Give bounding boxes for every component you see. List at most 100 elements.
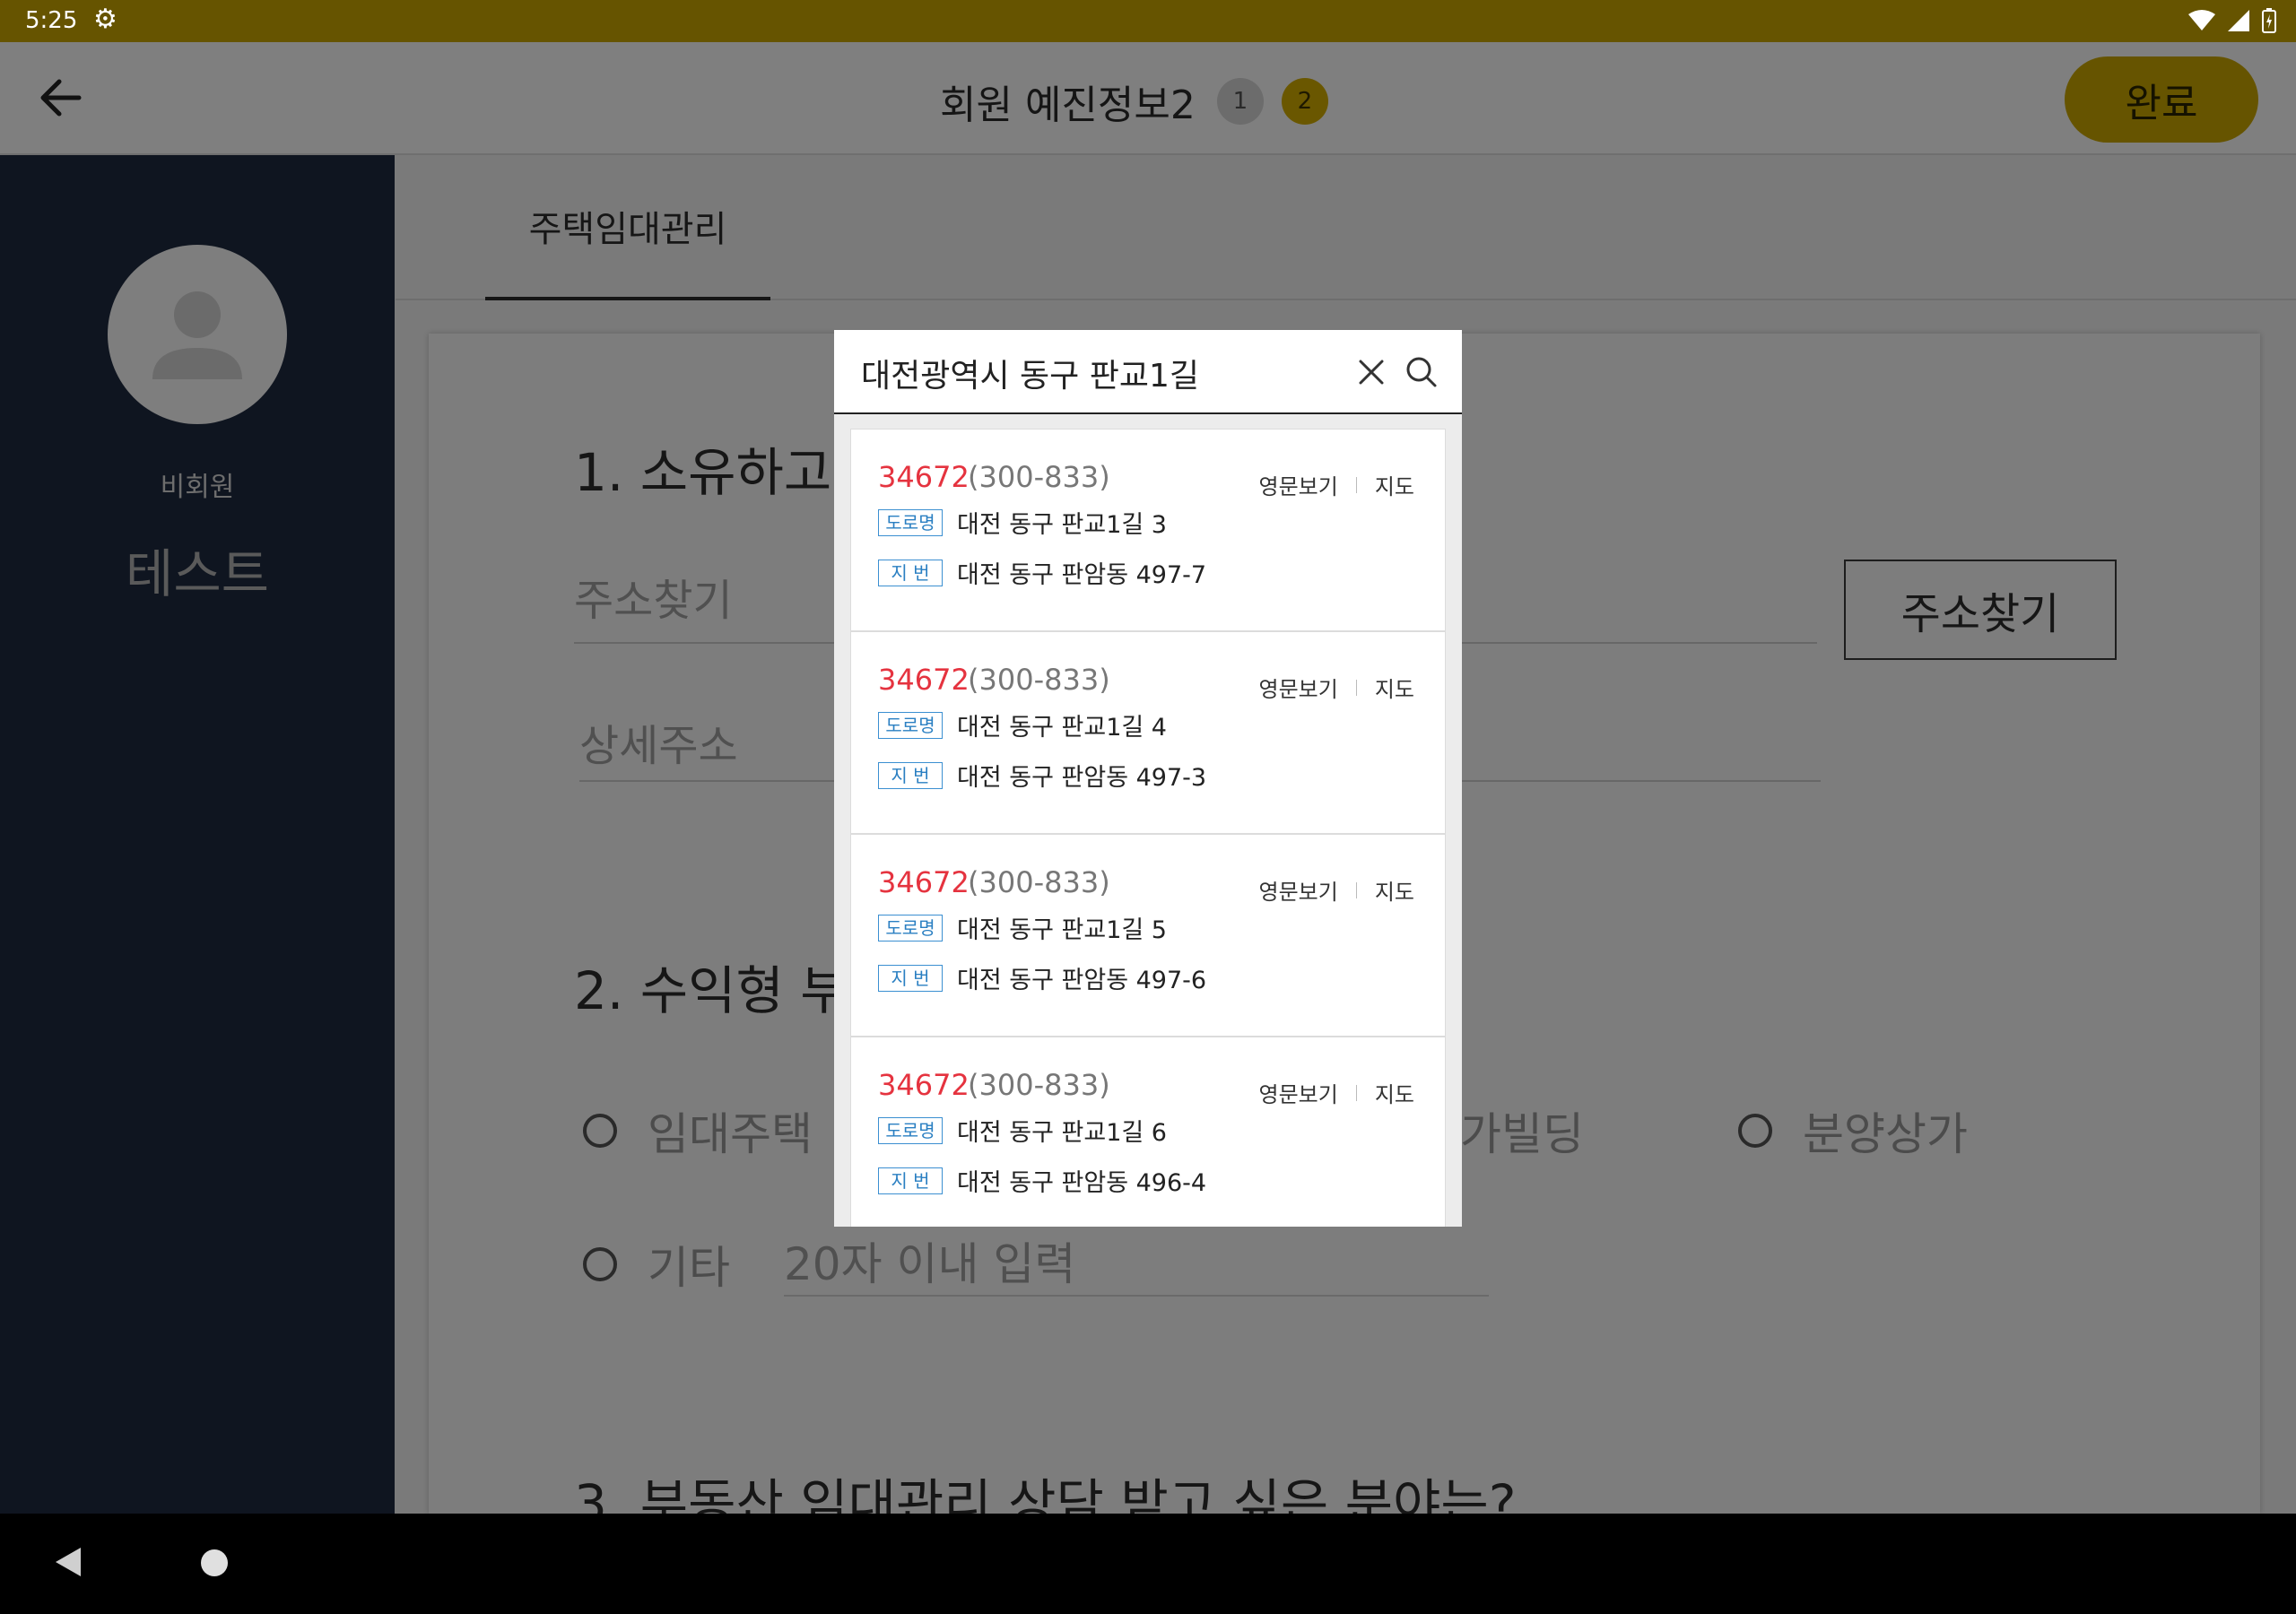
old-zip-code: (300-833)	[968, 460, 1110, 494]
step-2-badge[interactable]: 2	[1281, 78, 1328, 125]
divider	[1355, 881, 1357, 898]
lot-address: 지 번 대전 동구 판암동 497-6	[878, 960, 1206, 995]
radio-etc[interactable]: 기타	[583, 1232, 730, 1297]
modal-search-bar: 대전광역시 동구 판교1길	[834, 330, 1462, 414]
lot-address: 지 번 대전 동구 판암동 497-7	[878, 555, 1206, 590]
address-search-modal: 대전광역시 동구 판교1길 34672 (300-833) 영문보기 지도 도로…	[834, 330, 1462, 1227]
sidebar: 비회원 테스트	[0, 155, 395, 1514]
zip-code: 34672	[878, 663, 970, 697]
road-address: 도로명 대전 동구 판교1길 6	[878, 1113, 1167, 1148]
tab-bar: 주택임대관리	[396, 155, 2296, 300]
divider	[1355, 679, 1357, 696]
road-tag: 도로명	[878, 711, 943, 739]
avatar	[108, 245, 287, 424]
done-button[interactable]: 완료	[2065, 56, 2258, 143]
radio-label: 기타	[648, 1242, 730, 1294]
radio-sale-shop[interactable]: 분양상가	[1738, 1098, 1968, 1163]
status-bar: 5:25 ⚙	[0, 0, 2296, 42]
lot-address-text: 대전 동구 판암동 497-7	[957, 561, 1207, 589]
radio-label: 분양상가	[1803, 1108, 1968, 1160]
lot-tag: 지 번	[878, 761, 943, 789]
etc-input-placeholder: 20자 이내 입력	[784, 1238, 1076, 1290]
results-list: 34672 (300-833) 영문보기 지도 도로명 대전 동구 판교1길 3…	[850, 429, 1446, 1227]
result-item[interactable]: 34672 (300-833) 영문보기 지도 도로명 대전 동구 판교1길 3…	[850, 429, 1446, 631]
lot-address-text: 대전 동구 판암동 497-3	[957, 764, 1207, 792]
english-view-link[interactable]: 영문보기	[1259, 672, 1338, 703]
nav-back-icon[interactable]	[56, 1548, 81, 1576]
road-address: 도로명 대전 동구 판교1길 3	[878, 505, 1167, 540]
map-link[interactable]: 지도	[1375, 874, 1414, 906]
back-arrow-icon[interactable]	[32, 69, 90, 126]
map-link[interactable]: 지도	[1375, 1077, 1414, 1108]
lot-tag: 지 번	[878, 964, 943, 992]
result-item[interactable]: 34672 (300-833) 영문보기 지도 도로명 대전 동구 판교1길 4…	[850, 631, 1446, 834]
map-link[interactable]: 지도	[1375, 672, 1414, 703]
system-icons	[2188, 8, 2276, 33]
person-icon	[152, 291, 242, 379]
question-2: 2. 수익형 부	[574, 960, 848, 1021]
english-view-link[interactable]: 영문보기	[1259, 469, 1338, 500]
result-item[interactable]: 34672 (300-833) 영문보기 지도 도로명 대전 동구 판교1길 5…	[850, 834, 1446, 1037]
address-input-placeholder: 주소찾기	[574, 576, 733, 626]
radio-building[interactable]: 가빌딩	[1460, 1098, 1584, 1163]
zip-code: 34672	[878, 865, 970, 899]
etc-input[interactable]: 20자 이내 입력	[784, 1228, 1489, 1297]
page-title: 회원 예진정보2	[940, 82, 1196, 128]
nav-home-icon[interactable]	[201, 1549, 228, 1576]
road-address-text: 대전 동구 판교1길 3	[957, 511, 1167, 539]
road-address: 도로명 대전 동구 판교1길 5	[878, 910, 1167, 945]
radio-label: 가빌딩	[1460, 1108, 1584, 1160]
question-1: 1. 소유하고	[574, 442, 832, 503]
step-1-badge[interactable]: 1	[1216, 78, 1264, 125]
tab-rental-management[interactable]: 주택임대관리	[485, 155, 770, 300]
radio-circle	[583, 1114, 617, 1148]
clock: 5:25	[25, 7, 78, 34]
english-view-link[interactable]: 영문보기	[1259, 874, 1338, 906]
map-link[interactable]: 지도	[1375, 469, 1414, 500]
navigation-bar	[0, 1514, 2296, 1614]
radio-circle	[1738, 1114, 1772, 1148]
road-tag: 도로명	[878, 914, 943, 941]
road-address-text: 대전 동구 판교1길 4	[957, 714, 1167, 742]
zip-code: 34672	[878, 1068, 970, 1102]
user-type: 비회원	[160, 472, 235, 503]
lot-address-text: 대전 동구 판암동 497-6	[957, 967, 1207, 994]
road-address: 도로명 대전 동구 판교1길 4	[878, 707, 1167, 742]
old-zip-code: (300-833)	[968, 865, 1110, 899]
lot-address: 지 번 대전 동구 판암동 496-4	[878, 1163, 1206, 1198]
close-icon[interactable]	[1351, 351, 1392, 393]
detail-address-placeholder: 상세주소	[579, 721, 738, 771]
divider	[1355, 1084, 1357, 1101]
gear-icon: ⚙	[93, 4, 117, 35]
english-view-link[interactable]: 영문보기	[1259, 1077, 1338, 1108]
address-search-button[interactable]: 주소찾기	[1844, 560, 2117, 660]
signal-icon	[2228, 10, 2249, 31]
wifi-icon	[2188, 10, 2215, 30]
lot-tag: 지 번	[878, 1167, 943, 1194]
result-links: 영문보기 지도	[1259, 1077, 1415, 1108]
app-bar: 회원 예진정보2 1 2 완료	[0, 42, 2296, 155]
search-icon[interactable]	[1401, 351, 1442, 393]
result-links: 영문보기 지도	[1259, 469, 1415, 500]
radio-rental-housing[interactable]: 임대주택	[583, 1098, 813, 1163]
road-address-text: 대전 동구 판교1길 5	[957, 916, 1167, 944]
lot-address-text: 대전 동구 판암동 496-4	[957, 1169, 1207, 1197]
result-item[interactable]: 34672 (300-833) 영문보기 지도 도로명 대전 동구 판교1길 6…	[850, 1037, 1446, 1227]
old-zip-code: (300-833)	[968, 663, 1110, 697]
battery-icon	[2262, 8, 2276, 33]
zip-code: 34672	[878, 460, 970, 494]
road-tag: 도로명	[878, 508, 943, 536]
search-query-input[interactable]: 대전광역시 동구 판교1길	[861, 350, 1199, 396]
road-address-text: 대전 동구 판교1길 6	[957, 1119, 1167, 1147]
divider	[1355, 476, 1357, 493]
result-links: 영문보기 지도	[1259, 672, 1415, 703]
user-name: 테스트	[125, 543, 270, 604]
road-tag: 도로명	[878, 1116, 943, 1144]
radio-circle	[583, 1247, 617, 1281]
radio-label: 임대주택	[648, 1108, 813, 1160]
lot-address: 지 번 대전 동구 판암동 497-3	[878, 758, 1206, 793]
lot-tag: 지 번	[878, 559, 943, 586]
old-zip-code: (300-833)	[968, 1068, 1110, 1102]
result-links: 영문보기 지도	[1259, 874, 1415, 906]
title-group: 회원 예진정보2 1 2	[940, 73, 1328, 130]
